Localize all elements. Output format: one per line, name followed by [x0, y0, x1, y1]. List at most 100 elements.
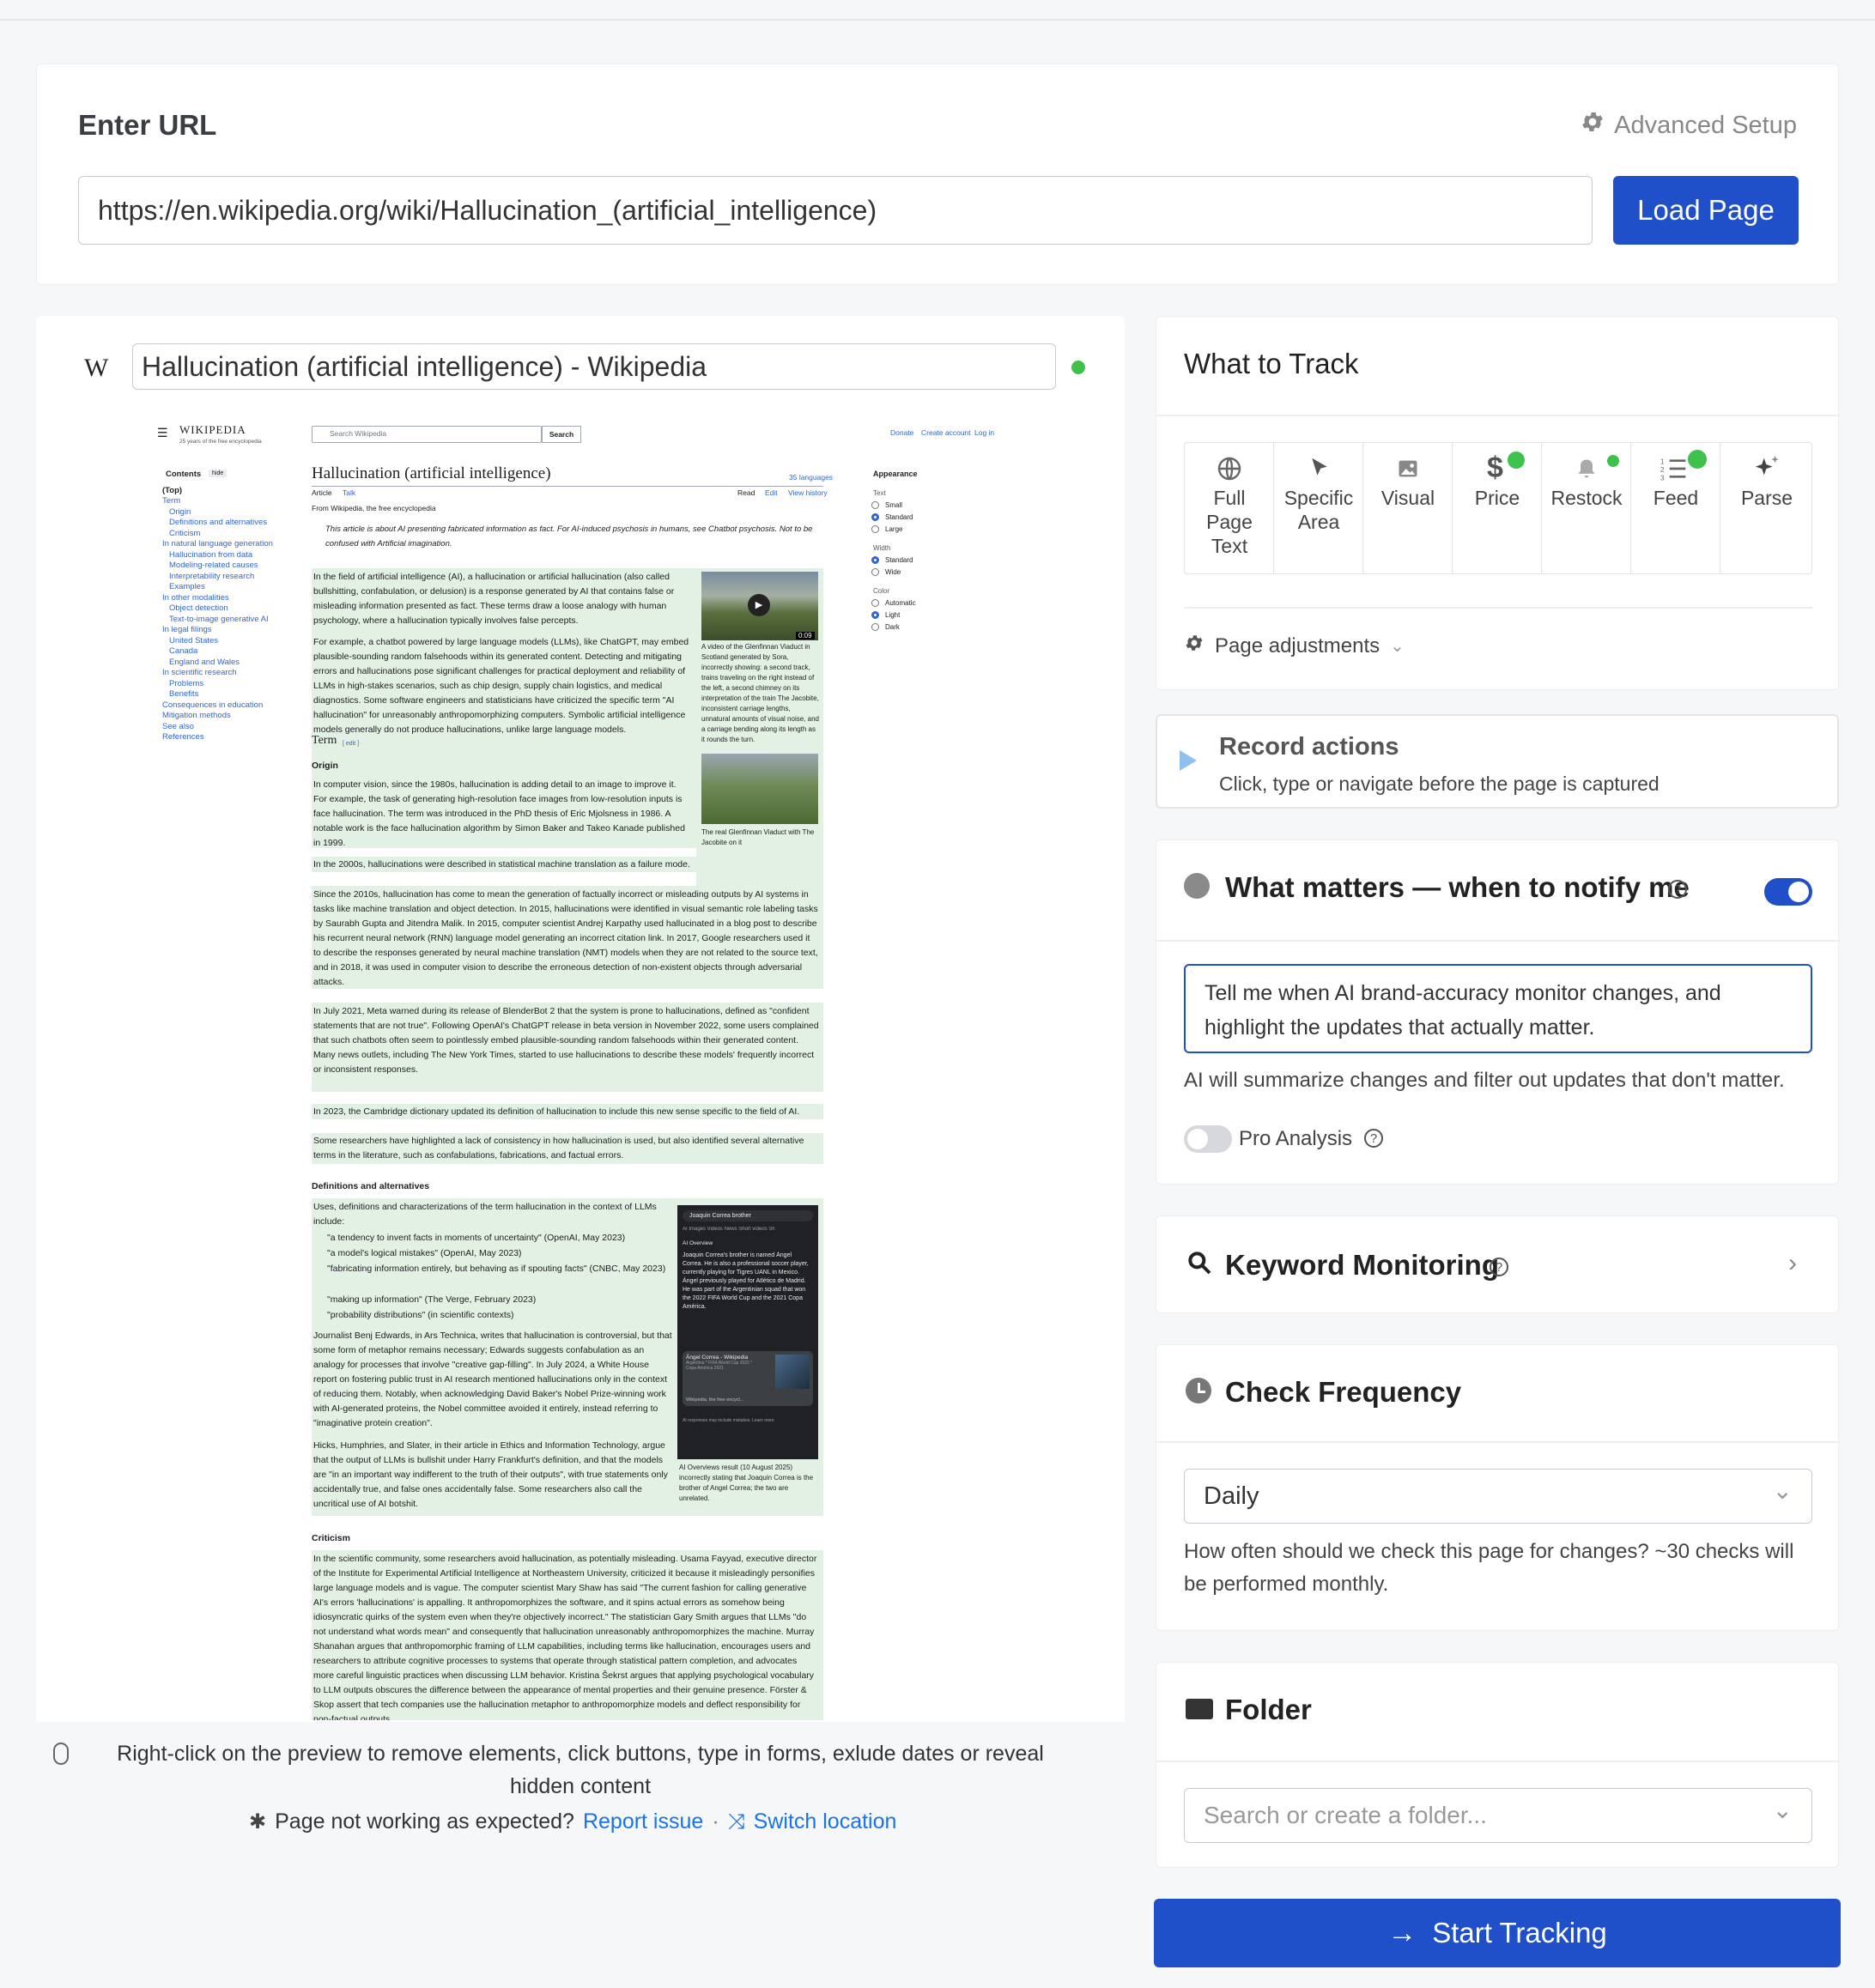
- hatnote: This article is about AI presenting fabr…: [325, 524, 813, 549]
- toc-item[interactable]: United States: [169, 636, 218, 645]
- chevron-down-icon: ⌄: [1390, 637, 1405, 656]
- advanced-setup-link[interactable]: Advanced Setup: [1580, 109, 1797, 142]
- wiki-create-account-link[interactable]: Create account: [921, 426, 971, 440]
- start-tracking-button[interactable]: → Start Tracking: [1154, 1899, 1841, 1967]
- svg-text:2: 2: [1660, 466, 1665, 474]
- menu-icon[interactable]: ☰: [157, 426, 168, 440]
- page-adjustments-toggle[interactable]: Page adjustments ⌄: [1184, 633, 1405, 659]
- toc-item[interactable]: Modeling-related causes: [169, 561, 258, 570]
- status-dot: [1071, 361, 1085, 374]
- help-icon[interactable]: ?: [1364, 1129, 1383, 1148]
- para-5: Since the 2010s, hallucination has come …: [313, 889, 818, 987]
- report-issue-link[interactable]: Report issue: [583, 1809, 703, 1834]
- wiki-search-input[interactable]: Search Wikipedia: [312, 426, 542, 443]
- bullet-item: "a tendency to invent facts in moments o…: [327, 1233, 626, 1243]
- toc-item[interactable]: See also: [162, 722, 194, 731]
- help-icon[interactable]: ?: [1668, 880, 1687, 899]
- url-input[interactable]: https://en.wikipedia.org/wiki/Hallucinat…: [78, 176, 1593, 245]
- notify-prompt-textarea[interactable]: Tell me when AI brand-accuracy monitor c…: [1184, 964, 1812, 1053]
- shuffle-icon[interactable]: ⤨: [728, 1809, 745, 1834]
- tab-view-history[interactable]: View history: [788, 486, 828, 500]
- toc-item[interactable]: References: [162, 732, 204, 742]
- wiki-donate-link[interactable]: Donate: [890, 426, 913, 440]
- url-heading: Enter URL: [78, 109, 217, 141]
- track-option-label: Specific Area: [1283, 487, 1354, 533]
- folder-select[interactable]: Search or create a folder... ⌄: [1184, 1788, 1812, 1843]
- toc-hide[interactable]: hide: [209, 470, 228, 477]
- toc-item[interactable]: In scientific research: [162, 668, 237, 677]
- wiki-login-link[interactable]: Log in: [974, 426, 994, 440]
- frequency-select[interactable]: Daily ⌄: [1184, 1469, 1812, 1524]
- record-actions-card[interactable]: Record actions Click, type or navigate b…: [1156, 714, 1839, 809]
- keyword-monitoring-card[interactable]: Keyword Monitoring ? ›: [1156, 1215, 1839, 1313]
- toc-item[interactable]: Examples: [169, 582, 205, 591]
- pro-analysis-toggle[interactable]: [1184, 1125, 1232, 1153]
- para-10: Journalist Benj Edwards, in Ars Technica…: [313, 1330, 672, 1428]
- toc-item[interactable]: Object detection: [169, 603, 228, 613]
- toc-item[interactable]: Benefits: [169, 689, 198, 699]
- track-option-feed[interactable]: 123 Feed: [1631, 443, 1720, 573]
- article-title: Hallucination (artificial intelligence): [312, 464, 551, 482]
- website-preview[interactable]: ☰ WIKIPEDIA 25 years of the free encyclo…: [145, 417, 1033, 1720]
- toc-item[interactable]: Text-to-image generative AI: [169, 615, 269, 624]
- toc-item[interactable]: In other modalities: [162, 593, 229, 603]
- bullet-item: "making up information" (The Verge, Febr…: [327, 1294, 537, 1305]
- preview-hint: Right-click on the preview to remove ele…: [117, 1742, 1044, 1798]
- tab-edit[interactable]: Edit: [765, 486, 778, 500]
- tab-read[interactable]: Read: [737, 486, 755, 500]
- url-value: https://en.wikipedia.org/wiki/Hallucinat…: [98, 194, 877, 226]
- notify-toggle[interactable]: [1764, 878, 1812, 906]
- toc-item[interactable]: Origin: [169, 507, 191, 517]
- globe-icon: [1216, 455, 1243, 487]
- track-option-restock[interactable]: Restock: [1542, 443, 1631, 573]
- g-tabs: AI Images Videos News Short videos Sh: [683, 1227, 775, 1232]
- toc-item[interactable]: Criticism: [169, 529, 200, 538]
- para-11: Hicks, Humphries, and Slater, in their a…: [313, 1440, 668, 1509]
- toc-item[interactable]: Hallucination from data: [169, 550, 252, 560]
- appearance-heading: Appearance: [873, 470, 918, 478]
- wiki-search-button[interactable]: Search: [542, 426, 581, 443]
- gear-icon: [1184, 633, 1204, 659]
- tab-talk[interactable]: Talk: [343, 486, 355, 500]
- tab-article[interactable]: Article: [312, 486, 332, 500]
- toc-item[interactable]: (Top): [162, 486, 182, 495]
- opt-large[interactable]: Large: [885, 522, 902, 536]
- heading-criticism: Criticism: [312, 1533, 350, 1543]
- figure-caption-2: The real Glenfinnan Viaduct with The Jac…: [701, 828, 815, 846]
- toc-item[interactable]: Interpretability research: [169, 572, 254, 581]
- toc-item[interactable]: Canada: [169, 646, 197, 656]
- track-option-visual[interactable]: Visual: [1363, 443, 1453, 573]
- track-option-full-page-text[interactable]: Full Page Text: [1185, 443, 1274, 573]
- toc-item[interactable]: Consequences in education: [162, 700, 263, 710]
- folder-placeholder: Search or create a folder...: [1204, 1802, 1487, 1828]
- g-card: Ángel Correa - Wikipedia Argentina * FIF…: [683, 1351, 813, 1406]
- para-12: In the scientific community, some resear…: [313, 1554, 817, 1720]
- toc-item[interactable]: England and Wales: [169, 658, 240, 667]
- feed-status-dot: [1688, 450, 1707, 469]
- edit-link[interactable]: [ edit ]: [343, 736, 359, 751]
- track-heading: What to Track: [1184, 348, 1359, 379]
- opt-width-wide[interactable]: Wide: [885, 565, 901, 579]
- play-icon: [1180, 750, 1197, 771]
- toc-item[interactable]: In natural language generation: [162, 539, 273, 549]
- help-icon[interactable]: ?: [1490, 1258, 1508, 1276]
- para-3: In computer vision, since the 1980s, hal…: [313, 779, 685, 848]
- toc-item[interactable]: Problems: [169, 679, 203, 688]
- toc-item[interactable]: Term: [162, 496, 180, 506]
- track-option-parse[interactable]: Parse: [1720, 443, 1811, 573]
- g-answer: Joaquin Correa's brother is named Ángel …: [683, 1252, 809, 1310]
- toc-item[interactable]: Mitigation methods: [162, 711, 231, 720]
- google-ai-screenshot: Joaquin Correa brother AI Images Videos …: [677, 1205, 818, 1459]
- switch-location-link[interactable]: Switch location: [754, 1809, 897, 1834]
- notify-prompt-value: Tell me when AI brand-accuracy monitor c…: [1204, 981, 1721, 1039]
- track-option-label: Restock: [1550, 487, 1623, 509]
- toc-item[interactable]: In legal filings: [162, 625, 212, 634]
- load-page-button[interactable]: Load Page: [1613, 176, 1799, 245]
- track-option-price[interactable]: $ Price: [1453, 443, 1542, 573]
- track-option-specific-area[interactable]: Specific Area: [1274, 443, 1363, 573]
- languages-button[interactable]: 35 languages: [789, 470, 833, 485]
- play-icon[interactable]: ▶: [748, 594, 770, 616]
- toc-item[interactable]: Definitions and alternatives: [169, 518, 267, 527]
- opt-color-dark[interactable]: Dark: [885, 620, 900, 634]
- page-title-field[interactable]: Hallucination (artificial intelligence) …: [132, 343, 1056, 390]
